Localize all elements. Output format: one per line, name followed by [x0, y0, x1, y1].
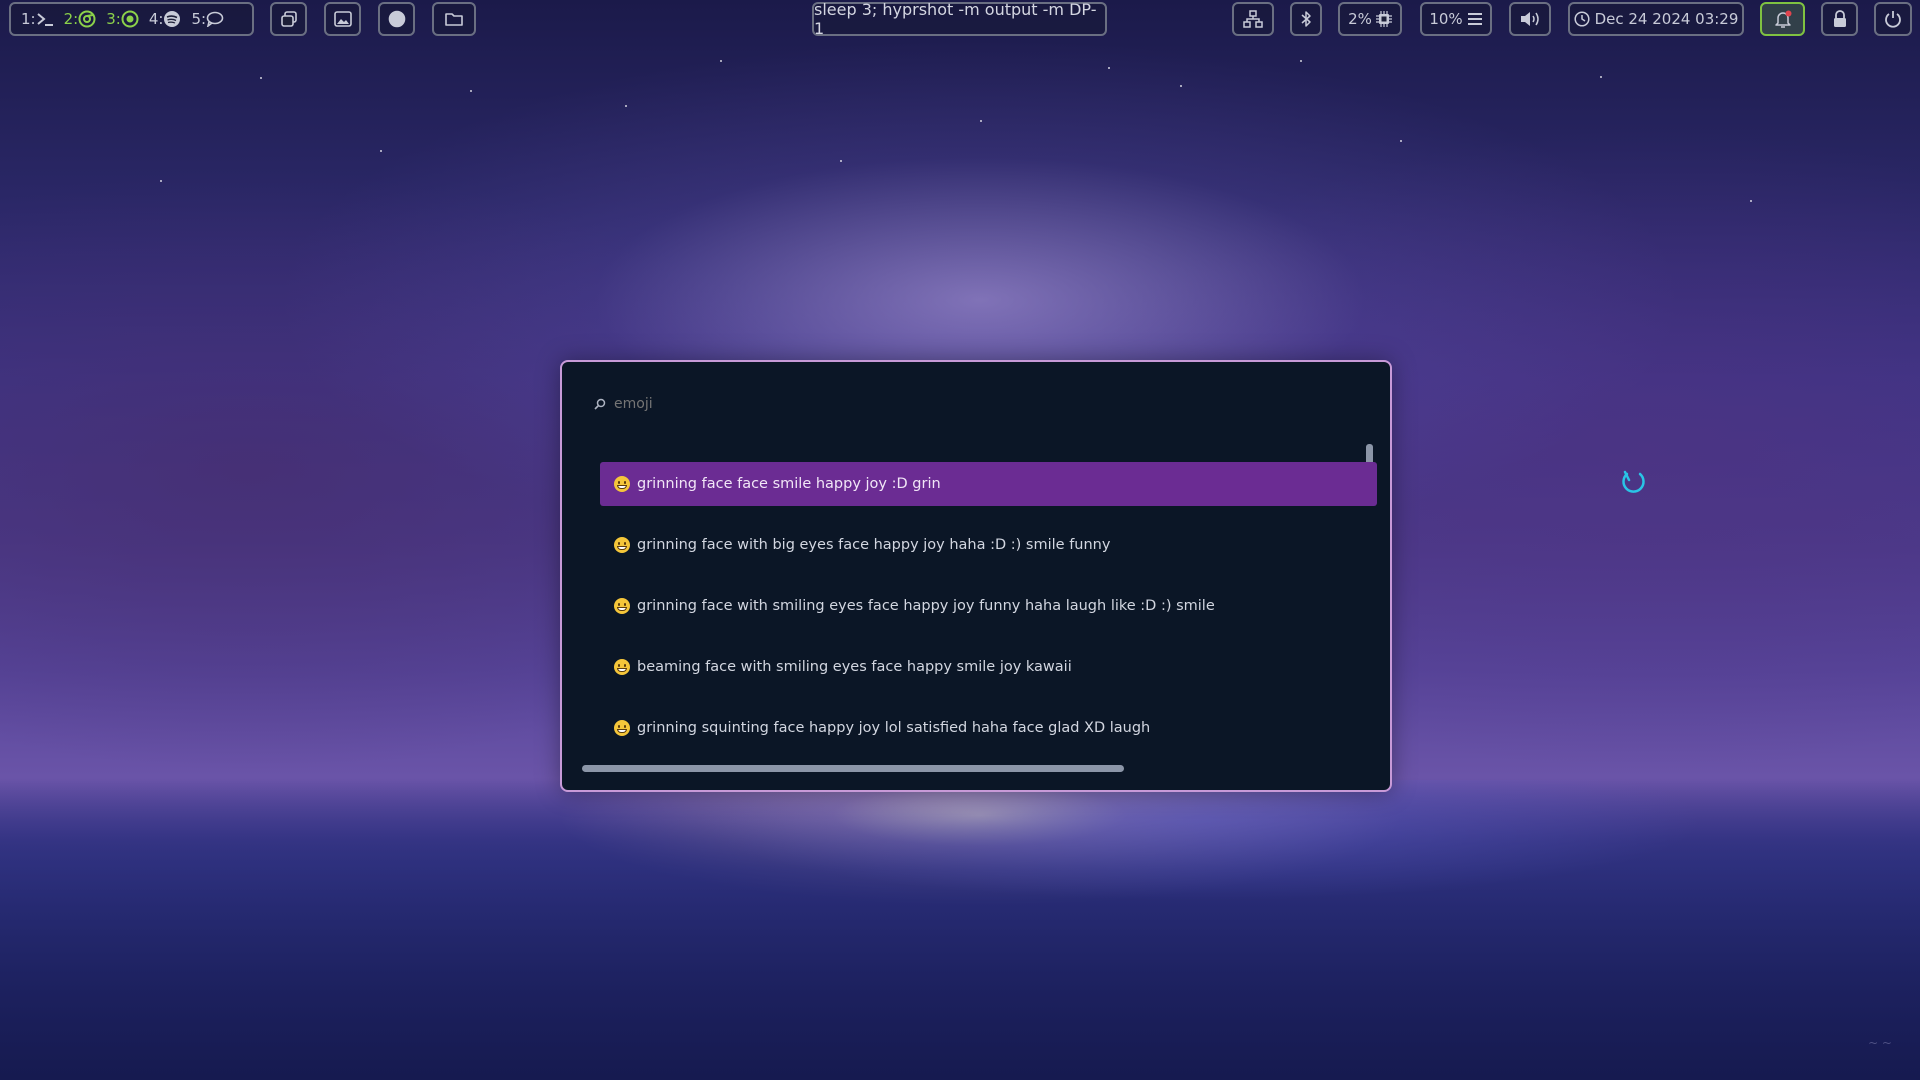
memory-widget[interactable]: 10% — [1420, 2, 1492, 36]
search-icon — [594, 398, 606, 410]
result-label: beaming face with smiling eyes face happ… — [637, 659, 1072, 675]
memory-usage: 10% — [1429, 10, 1463, 28]
grinning-smiling-eyes-emoji-icon — [614, 598, 630, 614]
result-item[interactable]: grinning squinting face happy joy lol sa… — [600, 706, 1377, 750]
result-label: grinning face with smiling eyes face hap… — [637, 598, 1215, 614]
volume-button[interactable] — [1509, 2, 1551, 36]
workspace-5[interactable]: 5: — [191, 10, 224, 28]
grinning-face-emoji-icon — [614, 476, 630, 492]
active-window-title: sleep 3; hyprshot -m output -m DP-1 — [812, 0, 1107, 38]
network-icon — [1243, 10, 1263, 28]
workspace-3[interactable]: 3: — [106, 10, 139, 28]
clock-widget[interactable]: Dec 24 2024 03:29 — [1568, 2, 1744, 36]
window-title-text: sleep 3; hyprshot -m output -m DP-1 — [814, 0, 1097, 38]
result-label: grinning squinting face happy joy lol sa… — [637, 720, 1151, 736]
radio-icon — [121, 10, 139, 28]
spotify-icon — [164, 11, 181, 27]
launcher-window: grinning face face smile happy joy :D gr… — [560, 360, 1392, 792]
memory-icon — [1467, 13, 1482, 25]
workspace-2[interactable]: 2: — [64, 10, 97, 28]
power-button[interactable] — [1874, 2, 1912, 36]
chrome-icon — [78, 10, 96, 28]
network-button[interactable] — [1232, 2, 1274, 36]
lock-icon — [1833, 10, 1846, 27]
wallpaper-signature: ~ ~ — [1868, 1036, 1892, 1050]
image-icon — [333, 11, 352, 27]
result-item[interactable]: grinning face with smiling eyes face hap… — [600, 584, 1377, 628]
result-label: grinning face face smile happy joy :D gr… — [637, 476, 941, 492]
workspace-1[interactable]: 1: — [21, 10, 54, 28]
wallpaper-mountains — [0, 780, 1920, 1080]
horizontal-scrollbar[interactable] — [582, 765, 1124, 772]
theme-icon — [388, 10, 405, 28]
wallpaper-button[interactable] — [324, 2, 361, 36]
chat-icon — [206, 11, 224, 27]
lock-button[interactable] — [1821, 2, 1858, 36]
result-label: grinning face with big eyes face happy j… — [637, 537, 1111, 553]
search-input[interactable] — [614, 396, 1114, 412]
notifications-button[interactable] — [1760, 2, 1805, 36]
grinning-squinting-emoji-icon — [614, 720, 630, 736]
cpu-usage: 2% — [1348, 10, 1372, 28]
results-list: grinning face face smile happy joy :D gr… — [600, 462, 1377, 767]
bell-icon — [1774, 10, 1791, 28]
cpu-widget[interactable]: 2% — [1338, 2, 1402, 36]
theme-button[interactable] — [378, 2, 415, 36]
bluetooth-icon — [1301, 11, 1311, 27]
workspace-4[interactable]: 4: — [149, 10, 182, 28]
power-icon — [1885, 11, 1901, 28]
bluetooth-button[interactable] — [1290, 2, 1322, 36]
terminal-icon — [36, 13, 53, 26]
grinning-big-eyes-emoji-icon — [614, 537, 630, 553]
volume-icon — [1521, 12, 1539, 26]
window-switcher-button[interactable] — [270, 2, 307, 36]
folder-icon — [445, 13, 463, 26]
files-button[interactable] — [432, 2, 476, 36]
search-bar — [594, 396, 1114, 412]
result-item[interactable]: grinning face face smile happy joy :D gr… — [600, 462, 1377, 506]
workspaces-widget: 1: 2: 3: 4: 5: — [9, 2, 254, 36]
windows-icon — [280, 11, 297, 27]
beaming-face-emoji-icon — [614, 659, 630, 675]
busy-cursor-icon — [1622, 470, 1645, 493]
result-item[interactable]: beaming face with smiling eyes face happ… — [600, 645, 1377, 689]
cpu-icon — [1375, 11, 1392, 27]
clock-icon — [1574, 11, 1590, 27]
clock-text: Dec 24 2024 03:29 — [1594, 10, 1739, 28]
result-item[interactable]: grinning face with big eyes face happy j… — [600, 523, 1377, 567]
